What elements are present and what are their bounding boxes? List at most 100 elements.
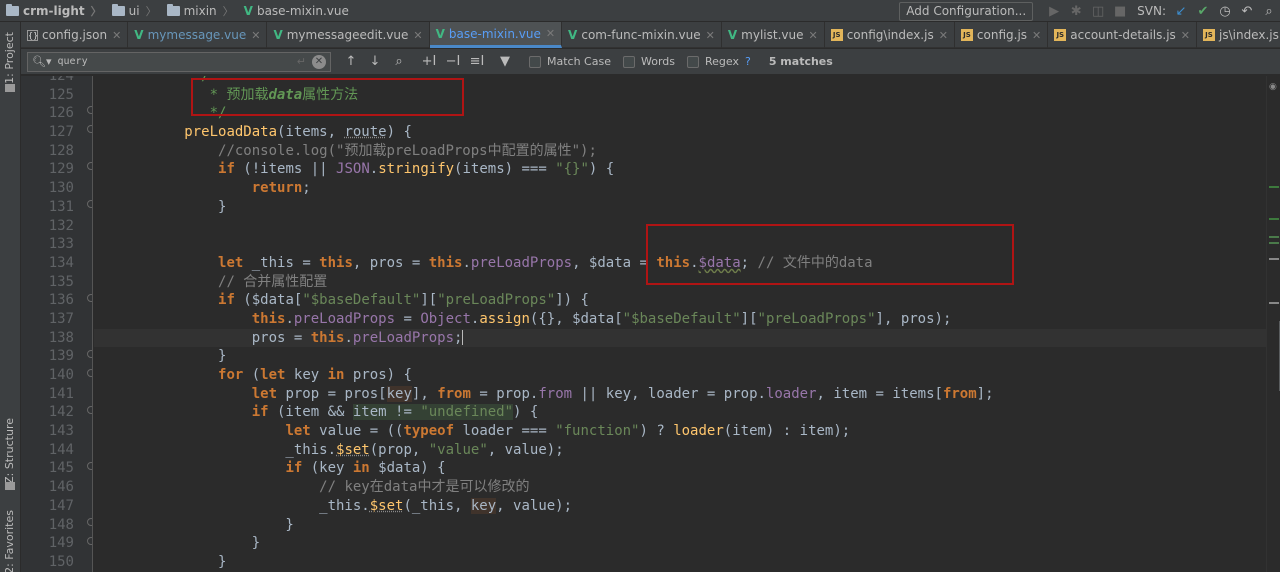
filter-icon[interactable]: ▼ (493, 51, 517, 73)
close-icon[interactable]: ✕ (939, 29, 948, 42)
fold-marker-icon[interactable] (87, 537, 92, 545)
next-match-icon[interactable]: ↓ (363, 51, 387, 73)
code-line[interactable]: if (item && item != "undefined") { (94, 403, 1266, 422)
select-all-occurrences-icon[interactable]: ≡I (465, 51, 489, 73)
match-marker[interactable] (1269, 258, 1279, 260)
change-marker[interactable] (1269, 186, 1279, 188)
add-selection-icon[interactable]: +I (417, 51, 441, 73)
regex-help-link[interactable]: ? (745, 55, 751, 68)
tab-js-index-js[interactable]: JS js\index.js ✕ (1197, 22, 1280, 48)
breadcrumb-project[interactable]: crm-light 〉 (0, 0, 106, 22)
fold-marker-icon[interactable] (87, 200, 92, 208)
fold-marker-icon[interactable] (87, 369, 92, 377)
match-marker[interactable] (1269, 302, 1279, 304)
change-marker[interactable] (1269, 218, 1279, 220)
tab-account-details-js[interactable]: JS account-details.js ✕ (1048, 22, 1197, 48)
debug-icon[interactable]: ✱ (1065, 0, 1087, 22)
stop-icon[interactable]: ■ (1109, 0, 1131, 22)
close-icon[interactable]: ✕ (251, 29, 260, 42)
tab-config-index-js[interactable]: JS config\index.js ✕ (825, 22, 955, 48)
line-number: 141 (48, 385, 74, 402)
tab-com-func-mixin-vue[interactable]: V com-func-mixin.vue ✕ (562, 22, 722, 48)
code-line[interactable]: if ($data["$baseDefault"]["preLoadProps"… (94, 291, 1266, 310)
close-icon[interactable]: ✕ (1032, 29, 1041, 42)
line-number-gutter: 124 125 126 127 128 129 130 131 132 133 … (21, 76, 93, 572)
fold-marker-icon[interactable] (87, 462, 92, 470)
line-number: 139 (48, 348, 74, 365)
code-line[interactable]: _this.$set(prop, "value", value); (94, 441, 1266, 460)
code-line-current[interactable]: pros = this.preLoadProps; (94, 328, 1266, 348)
tab-base-mixin-vue[interactable]: V base-mixin.vue ✕ (429, 22, 563, 48)
tab-config-json[interactable]: {} config.json ✕ (21, 22, 129, 48)
remove-selection-icon[interactable]: −I (441, 51, 465, 73)
line-number: 142 (48, 404, 74, 421)
fold-marker-icon[interactable] (87, 518, 92, 526)
change-marker[interactable] (1269, 236, 1279, 238)
previous-match-icon[interactable]: ↑ (339, 51, 363, 73)
fold-marker-icon[interactable] (87, 125, 92, 133)
tab-mymessage-vue[interactable]: V mymessage.vue ✕ (128, 22, 268, 48)
code-line[interactable]: if (!items || JSON.stringify(items) === … (94, 160, 1266, 179)
structure-tool-window[interactable]: Z: Structure (3, 418, 16, 484)
close-icon[interactable]: ✕ (413, 29, 422, 42)
code-line[interactable]: } (94, 534, 1266, 553)
code-line[interactable]: } (94, 198, 1266, 217)
close-icon[interactable]: ✕ (706, 29, 715, 42)
code-line[interactable]: if (key in $data) { (94, 459, 1266, 478)
line-number: 125 (48, 86, 74, 103)
code-line[interactable]: preLoadData(items, route) { (94, 123, 1266, 142)
code-line[interactable]: let value = ((typeof loader === "functio… (94, 422, 1266, 441)
tab-mymessageedit-vue[interactable]: V mymessageedit.vue ✕ (267, 22, 430, 48)
fold-marker-icon[interactable] (87, 162, 92, 170)
breadcrumb-file[interactable]: V base-mixin.vue (238, 0, 353, 22)
code-line[interactable]: let prop = pros[key], from = prop.from |… (94, 385, 1266, 404)
code-line[interactable]: for (let key in pros) { (94, 366, 1266, 385)
checkbox-box[interactable] (529, 55, 541, 68)
close-icon[interactable]: ✕ (112, 29, 121, 42)
search-everywhere-icon[interactable]: ⌕ (1258, 0, 1280, 22)
fold-marker-icon[interactable] (87, 294, 92, 302)
code-line[interactable]: } (94, 347, 1266, 366)
svn-update-icon[interactable]: ↙ (1170, 0, 1192, 22)
add-configuration-button[interactable]: Add Configuration... (899, 1, 1034, 21)
revert-icon[interactable]: ↶ (1236, 0, 1258, 22)
project-tool-window[interactable]: 1: Project (3, 32, 16, 84)
code-line[interactable]: this.preLoadProps = Object.assign({}, $d… (94, 310, 1266, 329)
close-icon[interactable]: ✕ (1181, 29, 1190, 42)
code-line[interactable]: _this.$set(_this, key, value); (94, 497, 1266, 516)
fold-marker-icon[interactable] (87, 106, 92, 114)
coverage-icon[interactable]: ◫ (1087, 0, 1109, 22)
structure-icon[interactable] (5, 482, 15, 490)
search-input[interactable] (57, 56, 278, 67)
code-line[interactable]: return; (94, 179, 1266, 198)
code-line[interactable]: } (94, 516, 1266, 535)
error-stripe[interactable]: ◉ (1266, 76, 1280, 572)
inspection-eye-icon[interactable]: ◉ (1269, 82, 1277, 92)
checkbox-box[interactable] (687, 55, 699, 68)
breadcrumb-mixin[interactable]: mixin 〉 (161, 0, 238, 22)
history-icon[interactable]: ◷ (1214, 0, 1236, 22)
favorites-tool-window[interactable]: 2: Favorites (3, 510, 16, 572)
fold-marker-icon[interactable] (87, 406, 92, 414)
tab-mylist-vue[interactable]: V mylist.vue ✕ (722, 22, 825, 48)
svn-commit-icon[interactable]: ✔ (1192, 0, 1214, 22)
code-line[interactable]: //console.log("预加载preLoadProps中配置的属性"); (94, 142, 1266, 161)
match-case-checkbox[interactable]: Match Case (529, 55, 611, 68)
close-icon[interactable]: ✕ (808, 29, 817, 42)
code-editor[interactable]: / * 预加载data属性方法 */ preLoadData(items, ro… (94, 76, 1266, 572)
search-history-icon[interactable]: 🔍︎▾ (32, 55, 52, 68)
find-all-icon[interactable]: ⌕ (387, 51, 411, 73)
regex-checkbox[interactable]: Regex ? (687, 55, 751, 68)
clear-search-icon[interactable]: ✕ (312, 54, 326, 69)
run-icon[interactable]: ▶ (1043, 0, 1065, 22)
checkbox-box[interactable] (622, 55, 635, 68)
breadcrumb-ui[interactable]: ui 〉 (106, 0, 161, 22)
change-marker[interactable] (1269, 242, 1279, 244)
project-icon[interactable] (5, 84, 15, 92)
tab-config-js[interactable]: JS config.js ✕ (955, 22, 1049, 48)
close-icon[interactable]: ✕ (546, 27, 555, 40)
code-line[interactable]: } (94, 553, 1266, 572)
code-line[interactable]: // key在data中才是可以修改的 (94, 478, 1266, 497)
fold-marker-icon[interactable] (87, 350, 92, 358)
words-checkbox[interactable]: Words (622, 55, 675, 68)
